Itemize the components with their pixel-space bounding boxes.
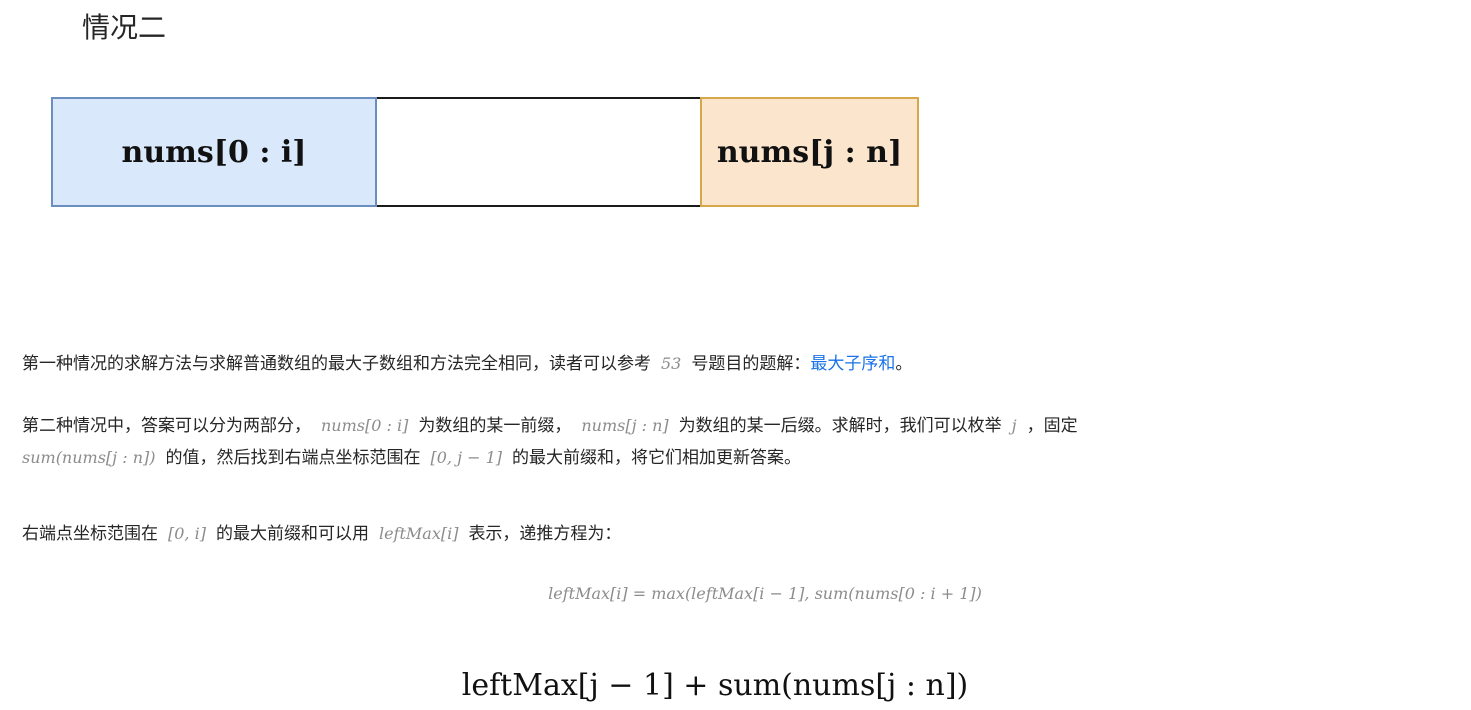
paragraph-case-one: 第一种情况的求解方法与求解普通数组的最大子数组和方法完全相同，读者可以参考 53 号… [22, 348, 1452, 380]
max-subarray-link[interactable]: 最大子序和 [810, 354, 895, 374]
paragraph-recurrence: 右端点坐标范围在 [0, i] 的最大前缀和可以用 leftMax[i] 表示，递推方程… [22, 518, 1452, 550]
p2-text-6: 的最大前缀和，将它们相加更新答案。 [512, 448, 802, 468]
p3-text-3: 表示，递推方程为： [468, 524, 622, 544]
p2-math-range: [0, j − 1] [430, 448, 503, 467]
section-heading: 情况二 [82, 11, 167, 44]
recurrence-equation: leftMax[i] = max(leftMax[i − 1], sum(num… [548, 584, 982, 603]
answer-equation: leftMax[j − 1] + sum(nums[j : n]) [461, 668, 969, 703]
p2-text-2: 为数组的某一前缀， [418, 416, 572, 436]
p2-math-sum: sum(nums[j : n]) [22, 448, 156, 467]
p3-text-1: 右端点坐标范围在 [22, 524, 158, 544]
p3-math-leftmax: leftMax[i] [378, 524, 459, 543]
p2-text-4: ，固定 [1026, 416, 1078, 436]
p2-text-3: 为数组的某一后缀。求解时，我们可以枚举 [678, 416, 1002, 436]
paragraph-case-two: 第二种情况中，答案可以分为两部分， nums[0 : i] 为数组的某一前缀， num… [22, 410, 1452, 474]
paragraph1-end: 。 [895, 354, 913, 374]
middle-segment [377, 97, 700, 207]
p2-math-j: j [1011, 416, 1017, 435]
suffix-segment: nums[j : n] [700, 97, 919, 207]
paragraph1-text: 第一种情况的求解方法与求解普通数组的最大子数组和方法完全相同，读者可以参考 [22, 354, 651, 374]
prefix-segment-label: nums[0 : i] [121, 134, 307, 170]
p2-text-5: 的值，然后找到右端点坐标范围在 [165, 448, 421, 468]
p3-text-2: 的最大前缀和可以用 [215, 524, 369, 544]
p3-math-range: [0, i] [168, 524, 206, 543]
array-partition-diagram: nums[0 : i] nums[j : n] [51, 97, 919, 207]
suffix-segment-label: nums[j : n] [716, 134, 903, 170]
p2-math-prefix: nums[0 : i] [321, 416, 409, 435]
p2-text-1: 第二种情况中，答案可以分为两部分， [22, 416, 311, 436]
prefix-segment: nums[0 : i] [51, 97, 377, 207]
paragraph1-text-after: 号题目的题解： [691, 354, 811, 374]
p2-math-suffix: nums[j : n] [581, 416, 669, 435]
problem-number: 53 [661, 354, 682, 373]
